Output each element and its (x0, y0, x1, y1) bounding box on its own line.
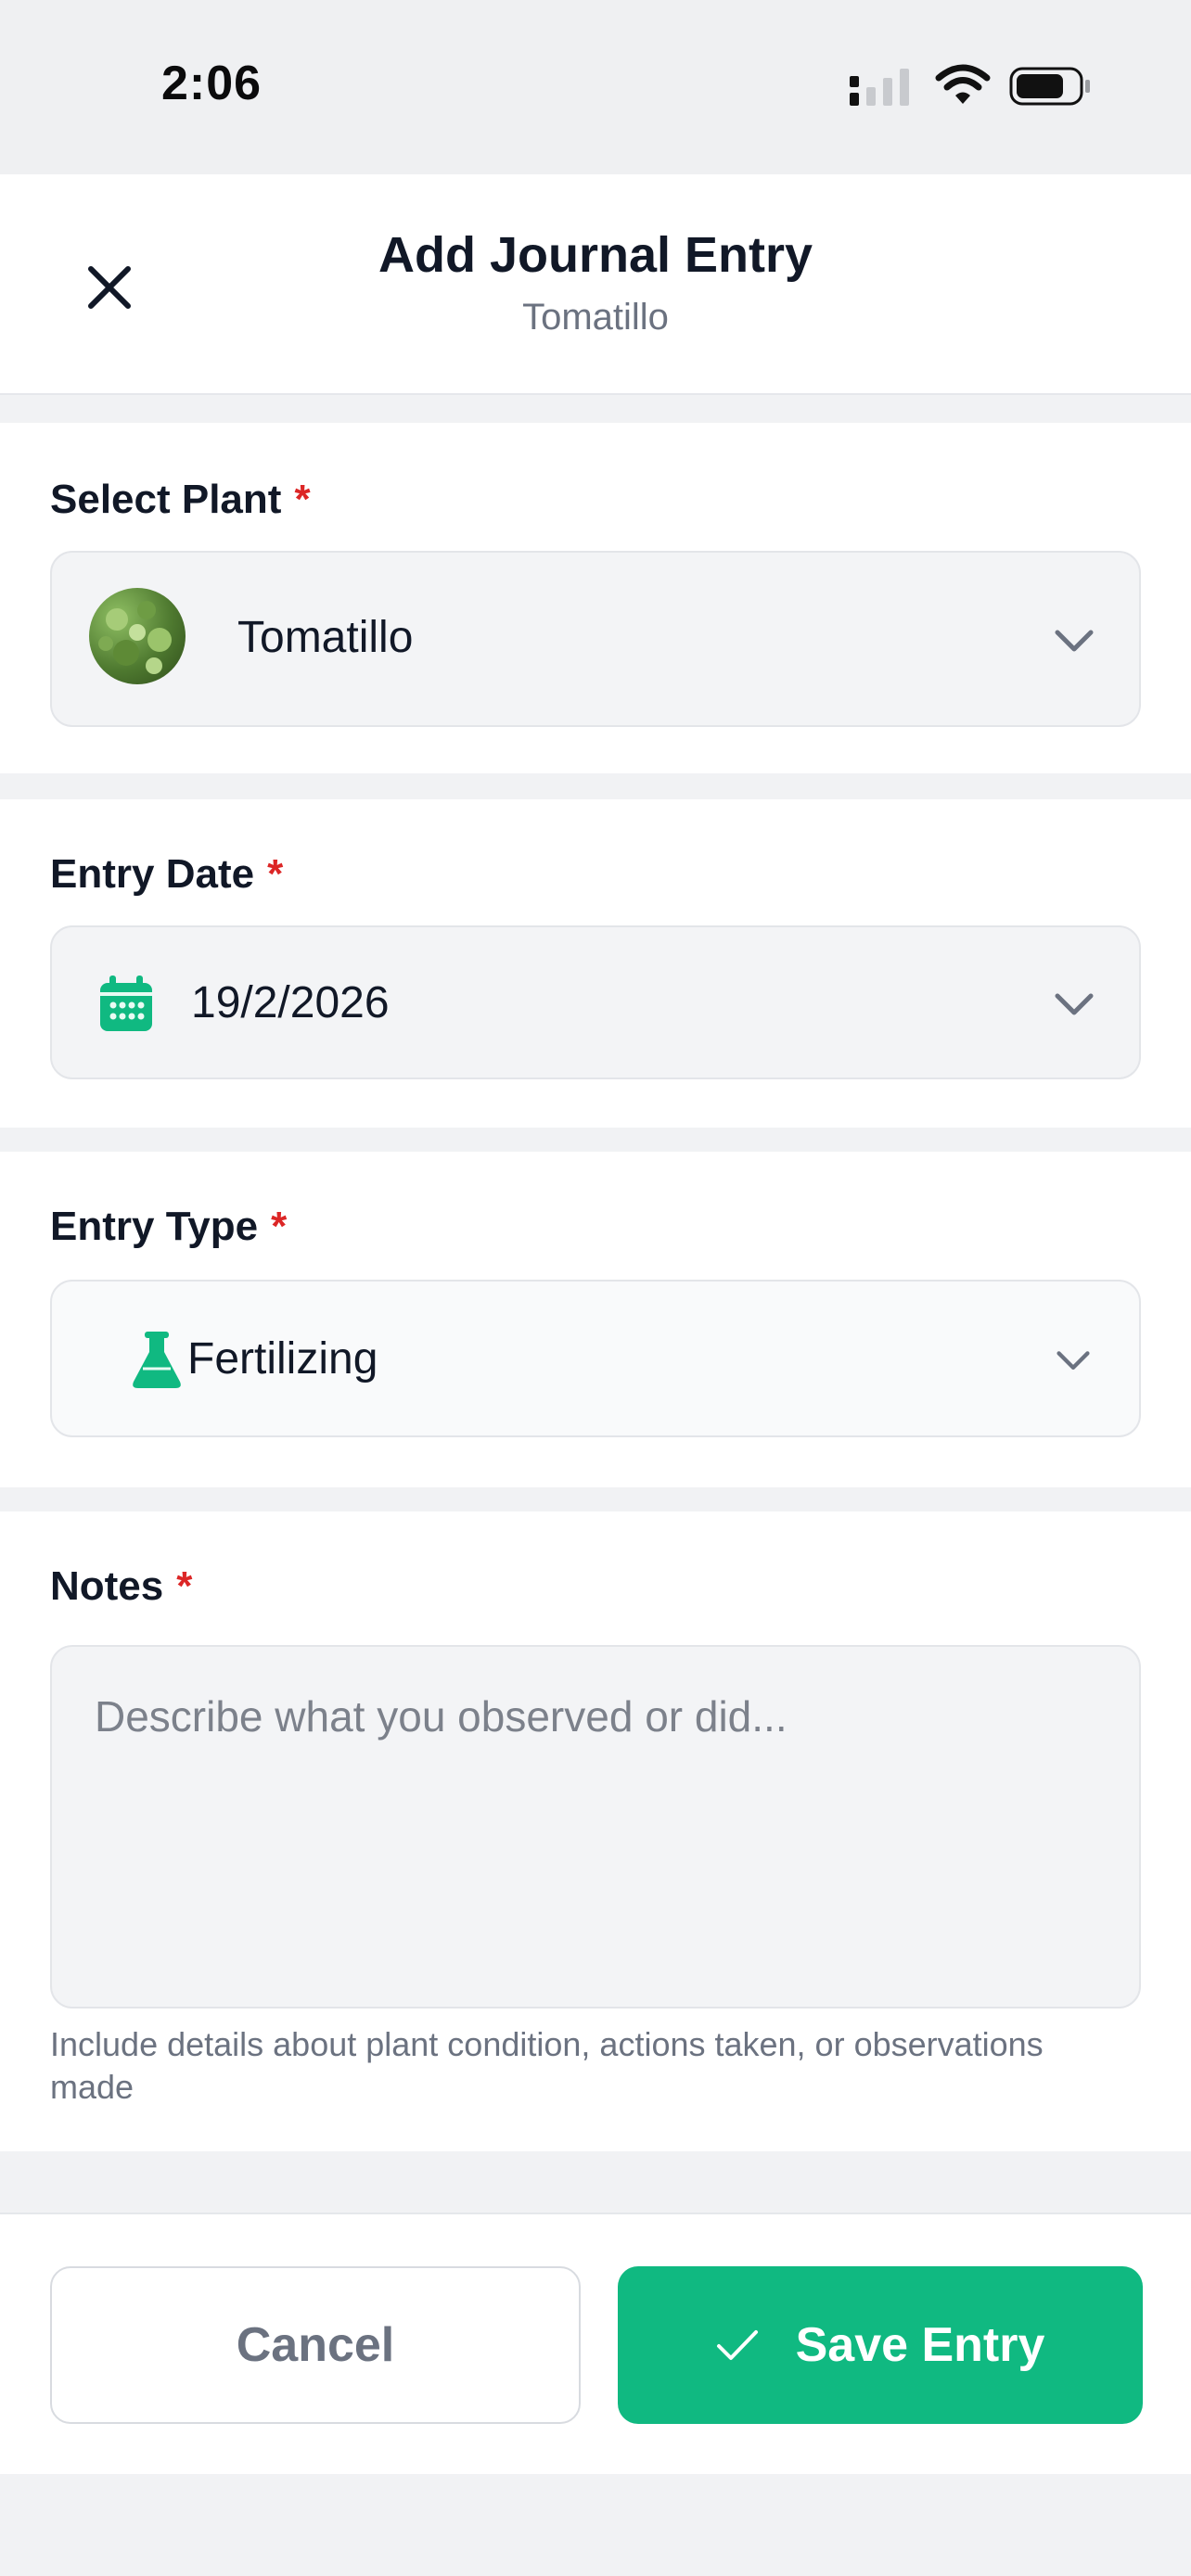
required-marker: * (294, 477, 311, 522)
required-marker: * (176, 1563, 193, 1609)
entry-date-picker[interactable]: 19/2/2026 (50, 925, 1141, 1079)
chevron-down-icon (1055, 630, 1094, 652)
save-entry-label: Save Entry (795, 2318, 1045, 2372)
notes-textarea[interactable] (50, 1645, 1141, 2009)
flask-icon (133, 1332, 181, 1388)
entry-type-section: Entry Type * Fertilizing (0, 1152, 1191, 1487)
wifi-icon (935, 64, 991, 104)
entry-type-label: Entry Type * (50, 1204, 287, 1250)
required-marker: * (267, 851, 284, 897)
entry-date-label-text: Entry Date (50, 851, 255, 897)
entry-date-value: 19/2/2026 (191, 978, 390, 1027)
modal-header: Add Journal Entry Tomatillo (0, 174, 1191, 395)
chevron-down-icon (1057, 1351, 1090, 1370)
plant-avatar (89, 588, 186, 684)
footer-actions: Cancel Save Entry (0, 2213, 1191, 2474)
page-subtitle: Tomatillo (522, 297, 669, 338)
battery-icon (1009, 67, 1090, 106)
cellular-signal-icon (850, 69, 909, 106)
notes-label-text: Notes (50, 1563, 164, 1609)
plant-section: Select Plant * Tomatillo (0, 423, 1191, 773)
page-title: Add Journal Entry (378, 227, 813, 283)
chevron-down-icon (1055, 993, 1094, 1015)
entry-date-section: Entry Date * 19/2/2026 (0, 799, 1191, 1128)
calendar-icon (100, 976, 152, 1031)
entry-type-value: Fertilizing (187, 1334, 378, 1384)
plant-leaves-image (98, 601, 172, 674)
cancel-button[interactable]: Cancel (50, 2266, 581, 2424)
notes-section: Notes * Include details about plant condi… (0, 1511, 1191, 2151)
notes-label: Notes * (50, 1563, 192, 1610)
plant-label-text: Select Plant (50, 477, 282, 522)
entry-date-label: Entry Date * (50, 851, 283, 898)
plant-label: Select Plant * (50, 477, 311, 523)
required-marker: * (271, 1204, 288, 1249)
check-icon (716, 2330, 758, 2360)
entry-type-select[interactable]: Fertilizing (50, 1280, 1141, 1437)
status-time: 2:06 (161, 57, 263, 110)
save-entry-button[interactable]: Save Entry (618, 2266, 1143, 2424)
plant-select-value: Tomatillo (237, 613, 414, 662)
status-bar: 2:06 (0, 0, 1191, 174)
notes-helper-text: Include details about plant condition, a… (50, 2025, 1044, 2106)
entry-type-label-text: Entry Type (50, 1204, 259, 1249)
plant-select[interactable]: Tomatillo (50, 551, 1141, 727)
